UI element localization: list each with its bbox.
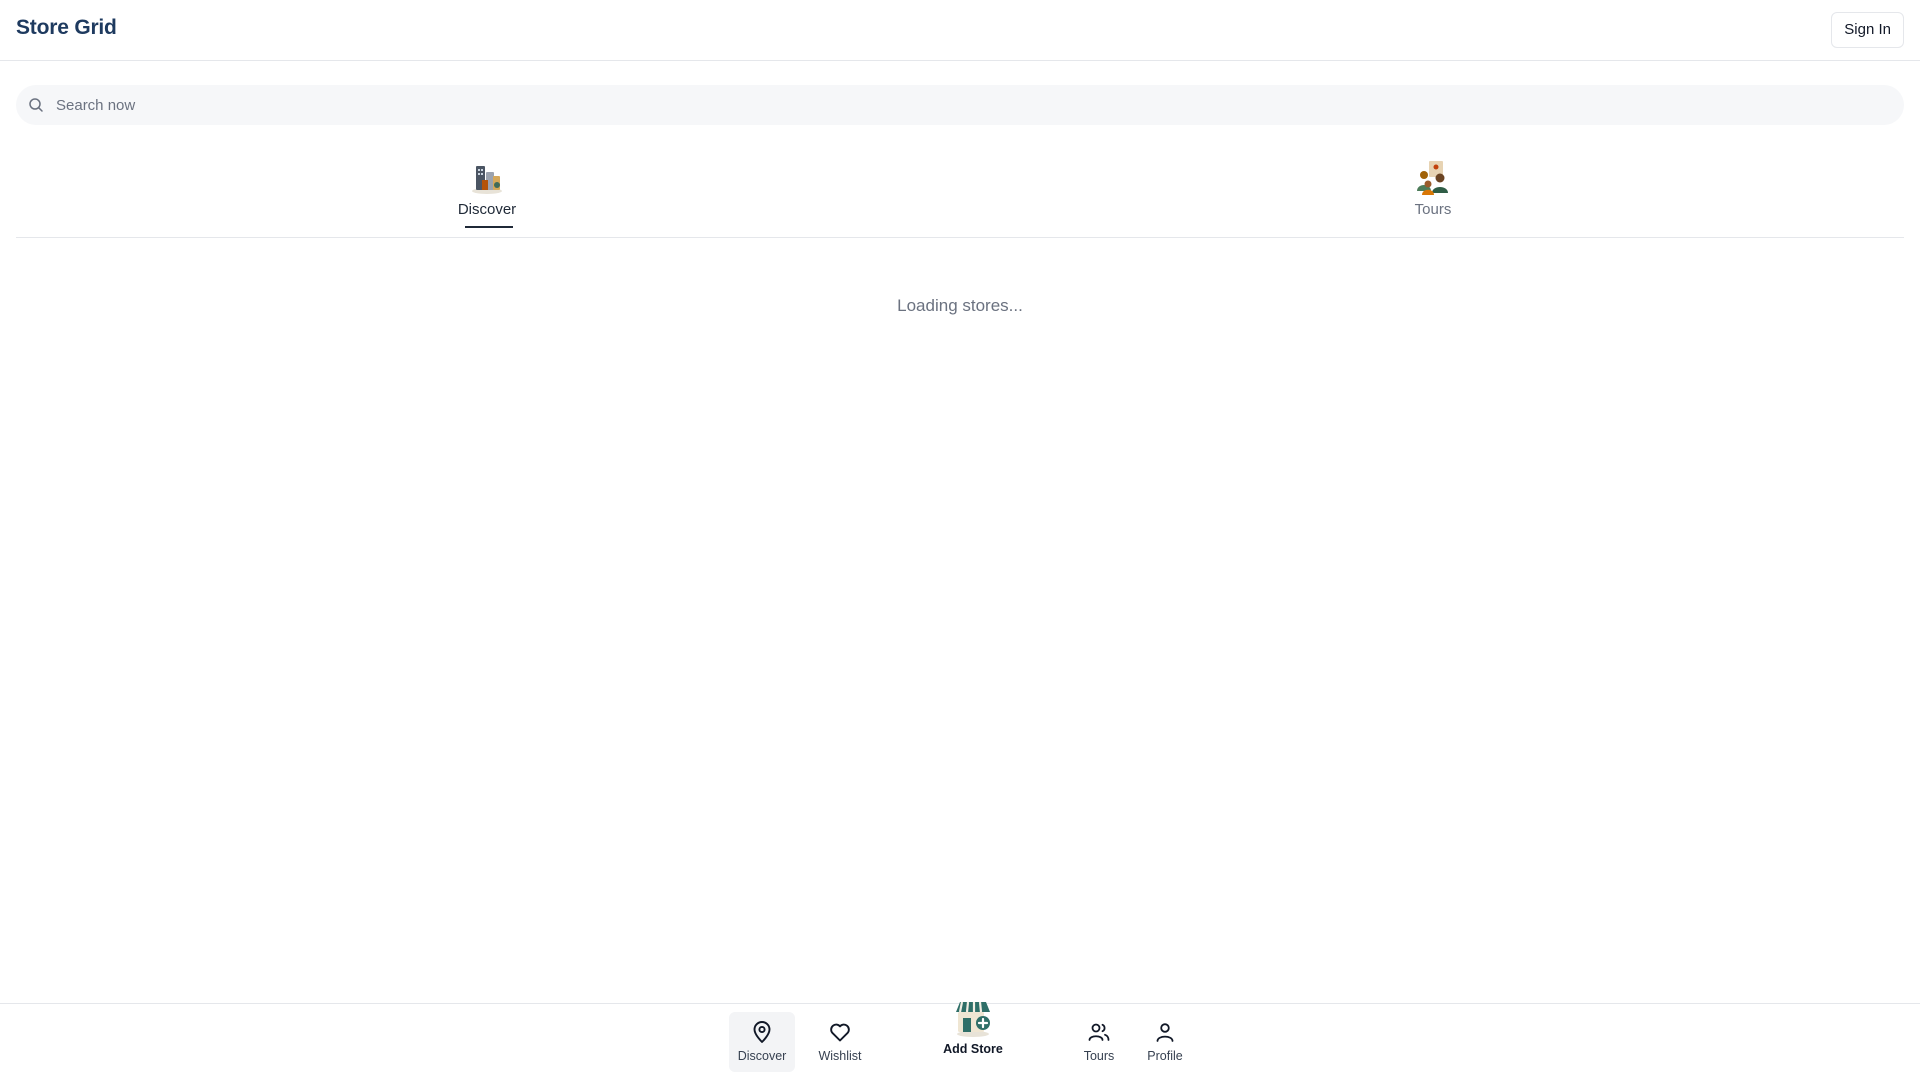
tab-discover[interactable]: Discover xyxy=(407,158,567,238)
storefront-plus-icon xyxy=(956,1001,990,1037)
tour-people-icon xyxy=(1417,161,1448,195)
nav-label: Add Store xyxy=(943,1042,1003,1056)
nav-wishlist[interactable]: Wishlist xyxy=(812,1012,868,1072)
nav-discover[interactable]: Discover xyxy=(729,1012,795,1072)
top-bar: Store Grid Sign In xyxy=(0,0,1920,61)
nav-profile[interactable]: Profile xyxy=(1142,1012,1188,1072)
active-tab-indicator xyxy=(465,226,513,228)
nav-add-store[interactable]: Add Store xyxy=(928,996,1018,1066)
loading-status: Loading stores... xyxy=(897,296,1023,315)
tab-label: Discover xyxy=(457,201,517,218)
nav-label: Tours xyxy=(1083,1049,1115,1063)
nav-tours[interactable]: Tours xyxy=(1078,1012,1120,1072)
heart-icon xyxy=(830,1023,850,1042)
city-buildings-icon xyxy=(472,166,502,194)
sign-in-button[interactable]: Sign In xyxy=(1831,12,1904,48)
nav-label: Profile xyxy=(1147,1049,1183,1063)
user-icon xyxy=(1156,1023,1174,1042)
category-tabs: Discover Tours xyxy=(16,150,1904,238)
search-icon xyxy=(28,97,44,113)
search-input[interactable] xyxy=(56,85,1886,125)
nav-label: Discover xyxy=(737,1049,787,1063)
tab-label: Tours xyxy=(1414,201,1452,218)
nav-label: Wishlist xyxy=(818,1049,862,1063)
map-pin-icon xyxy=(753,1021,771,1043)
app-title[interactable]: Store Grid xyxy=(16,16,117,40)
search-bar[interactable] xyxy=(16,85,1904,125)
bottom-navigation: Discover Wishlist Add Store Tours Profil… xyxy=(0,1001,1920,1080)
users-icon xyxy=(1088,1023,1110,1041)
tab-tours[interactable]: Tours xyxy=(1353,158,1513,238)
